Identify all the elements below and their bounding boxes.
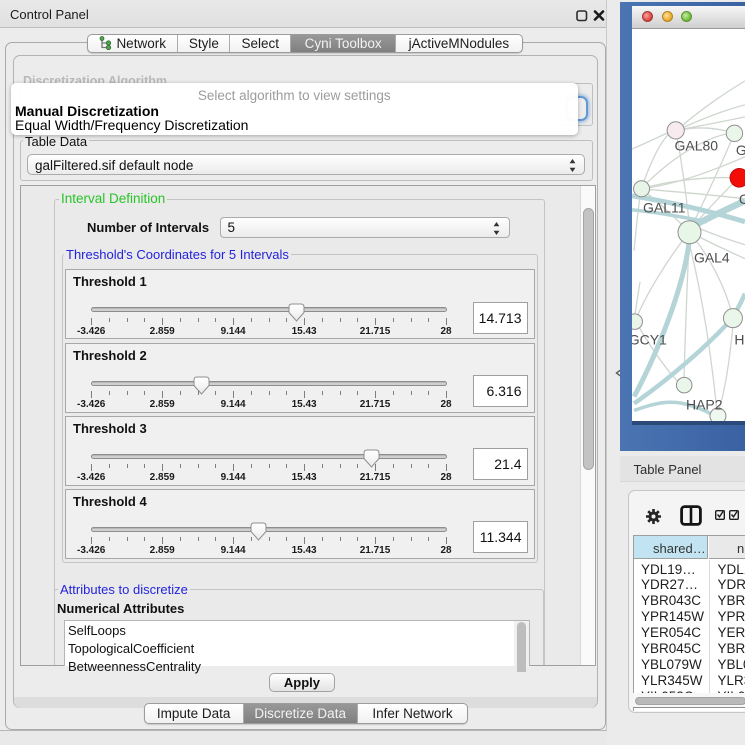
- svg-text:G.: G.: [736, 141, 745, 157]
- svg-text:GCY1: GCY1: [632, 331, 667, 347]
- svg-text:HAP2: HAP2: [686, 396, 723, 412]
- svg-text:GAL4: GAL4: [694, 249, 730, 265]
- svg-text:H: H: [734, 331, 744, 347]
- svg-text:GAL80: GAL80: [675, 137, 719, 153]
- svg-text:GAL11: GAL11: [643, 199, 686, 215]
- svg-text:C: C: [739, 190, 745, 206]
